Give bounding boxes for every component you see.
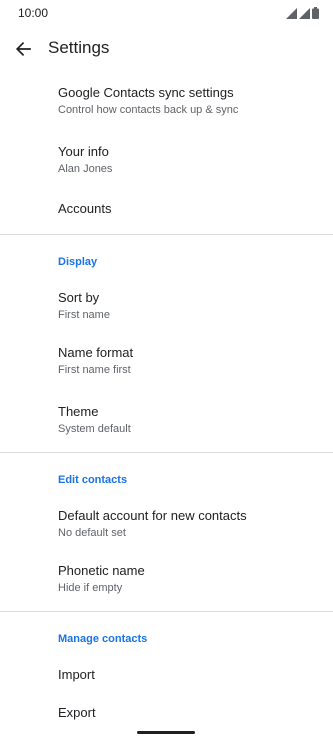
arrow-back-icon (15, 41, 31, 57)
phonetic-name-item[interactable]: Phonetic name Hide if empty (0, 548, 333, 611)
item-subtitle: No default set (58, 527, 126, 539)
item-subtitle: Control how contacts back up & sync (58, 104, 239, 116)
item-title: Sort by (58, 290, 100, 305)
item-title: Your info (58, 144, 109, 159)
status-time: 10:00 (18, 6, 49, 20)
item-title: Name format (58, 345, 134, 360)
back-button[interactable] (8, 34, 38, 64)
item-title: Default account for new contacts (58, 508, 247, 523)
accounts-item[interactable]: Accounts (0, 188, 333, 234)
item-subtitle: First name (58, 309, 110, 321)
signal-icon (286, 8, 297, 19)
import-item[interactable]: Import (0, 648, 333, 692)
sort-by-item[interactable]: Sort by First name (0, 271, 333, 330)
item-subtitle: System default (58, 423, 131, 435)
page-title: Settings (48, 38, 110, 57)
item-title: Accounts (58, 201, 112, 216)
section-header-display: Display (58, 256, 98, 268)
section-header-manage-contacts: Manage contacts (58, 633, 148, 645)
sync-settings-item[interactable]: Google Contacts sync settings Control ho… (0, 70, 333, 129)
home-indicator[interactable] (137, 731, 195, 734)
settings-list: Google Contacts sync settings Control ho… (0, 70, 333, 736)
status-bar: 10:00 (0, 0, 333, 28)
export-item[interactable]: Export (0, 692, 333, 736)
item-subtitle: First name first (58, 364, 131, 376)
theme-item[interactable]: Theme System default (0, 389, 333, 452)
item-title: Theme (58, 404, 99, 419)
section-header-edit-contacts: Edit contacts (58, 474, 128, 486)
item-title: Import (58, 667, 95, 682)
item-subtitle: Alan Jones (58, 163, 113, 175)
app-bar: Settings (0, 28, 333, 70)
name-format-item[interactable]: Name format First name first (0, 330, 333, 389)
item-title: Phonetic name (58, 563, 145, 578)
battery-icon (312, 7, 319, 19)
item-title: Google Contacts sync settings (58, 85, 234, 100)
default-account-item[interactable]: Default account for new contacts No defa… (0, 489, 333, 548)
signal-icon (299, 8, 310, 19)
item-subtitle: Hide if empty (58, 582, 123, 594)
status-icons (286, 7, 319, 19)
your-info-item[interactable]: Your info Alan Jones (0, 129, 333, 188)
item-title: Export (58, 705, 96, 720)
